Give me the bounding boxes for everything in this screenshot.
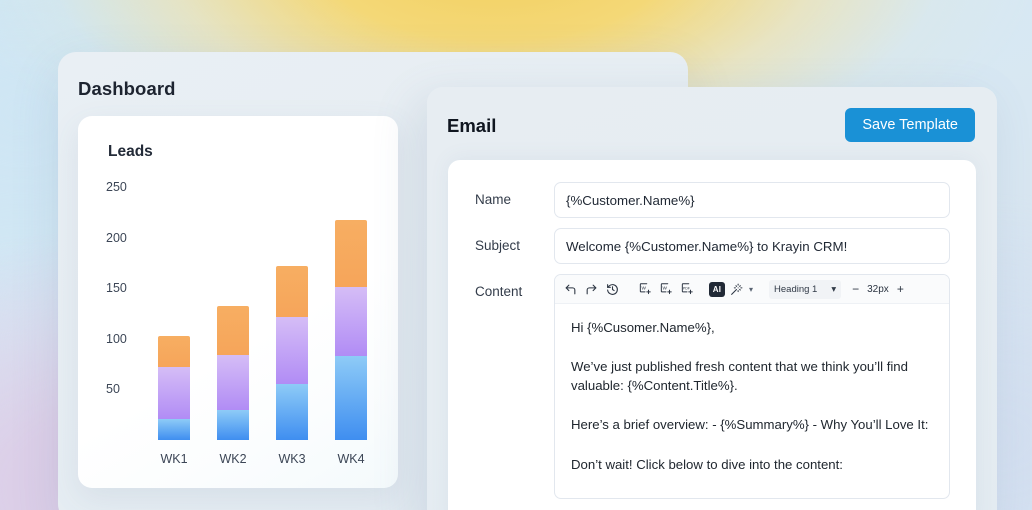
name-field-label: Name (475, 192, 512, 207)
bar-segment-orange (158, 335, 190, 368)
leads-bar-chart: 50 100 150 200 250 WK1 WK2 WK3 WK4 (78, 116, 398, 488)
form-row-subject: Subject (448, 228, 976, 264)
font-size-increase-button[interactable]: + (897, 283, 904, 295)
insert-word-doc-icon[interactable]: W (635, 280, 654, 299)
bar-segment-purple (217, 355, 249, 410)
x-axis-label-wk3: WK3 (278, 452, 306, 466)
font-size-decrease-button[interactable]: − (852, 283, 859, 295)
block-style-select[interactable]: Heading 1 ▾ (769, 279, 842, 299)
y-axis-tick-100: 100 (106, 331, 127, 346)
page-title: Dashboard (78, 78, 176, 99)
bar-segment-blue (158, 418, 190, 440)
leads-chart-card: Leads 50 100 150 200 250 WK1 WK2 WK3 WK4 (78, 116, 398, 488)
insert-pdf-icon[interactable]: PDF (677, 280, 696, 299)
editor-paragraph: Here’s a brief overview: - {%Summary%} -… (571, 417, 929, 433)
magic-wand-icon[interactable] (727, 280, 746, 299)
email-panel: Email Save Template Name Subject Content (427, 87, 997, 510)
x-axis-label-wk4: WK4 (337, 452, 365, 466)
x-axis-label-wk2: WK2 (219, 452, 247, 466)
bar-segment-orange (276, 265, 308, 317)
redo-icon[interactable] (582, 280, 601, 299)
editor-toolbar: W W PDF AI ▾ Heading 1 ▾ − 32px + (555, 275, 949, 304)
form-row-content: Content W W PDF AI ▾ Heading 1 ▾ − 32px … (448, 274, 976, 499)
ai-badge-icon[interactable]: AI (709, 281, 725, 297)
bar-segment-blue (276, 384, 308, 440)
y-axis-tick-250: 250 (106, 180, 127, 194)
undo-icon[interactable] (561, 280, 580, 299)
bar-segment-purple (335, 287, 367, 357)
editor-paragraph: We’ve just published fresh content that … (571, 359, 908, 394)
bar-segment-orange (217, 306, 249, 355)
bar-segment-blue (217, 409, 249, 440)
editor-paragraph: Don’t wait! Click below to dive into the… (571, 456, 843, 472)
name-input[interactable] (554, 182, 950, 218)
save-template-button[interactable]: Save Template (845, 108, 975, 142)
x-axis-label-wk1: WK1 (160, 452, 188, 466)
block-style-value: Heading 1 (774, 283, 818, 295)
bar-segment-purple (276, 316, 308, 385)
content-rich-text-editor: W W PDF AI ▾ Heading 1 ▾ − 32px + Hi {%C… (554, 274, 950, 499)
magic-chevron-down-icon[interactable]: ▾ (749, 285, 753, 294)
email-form-card: Name Subject Content (448, 160, 976, 510)
svg-text:W: W (641, 286, 646, 291)
form-row-name: Name (448, 182, 976, 218)
y-axis-tick-150: 150 (106, 281, 127, 296)
svg-text:PDF: PDF (682, 287, 689, 291)
font-size-value: 32px (867, 283, 889, 295)
history-icon[interactable] (603, 280, 622, 299)
bar-segment-blue (335, 356, 367, 440)
editor-paragraph: Hi {%Cusomer.Name%}, (571, 320, 715, 335)
font-size-stepper: − 32px + (852, 283, 904, 295)
bar-segment-orange (335, 220, 367, 288)
svg-text:W: W (662, 286, 667, 291)
subject-input[interactable] (554, 228, 950, 264)
insert-word-doc-icon-2[interactable]: W (656, 280, 675, 299)
editor-content-body[interactable]: Hi {%Cusomer.Name%}, We’ve just publishe… (555, 304, 949, 498)
subject-field-label: Subject (475, 238, 521, 253)
bar-segment-purple (158, 367, 190, 419)
email-panel-title: Email (447, 115, 497, 136)
chevron-down-icon: ▾ (831, 283, 837, 295)
content-field-label: Content (475, 284, 523, 299)
y-axis-tick-50: 50 (106, 382, 120, 397)
y-axis-tick-200: 200 (106, 230, 127, 245)
